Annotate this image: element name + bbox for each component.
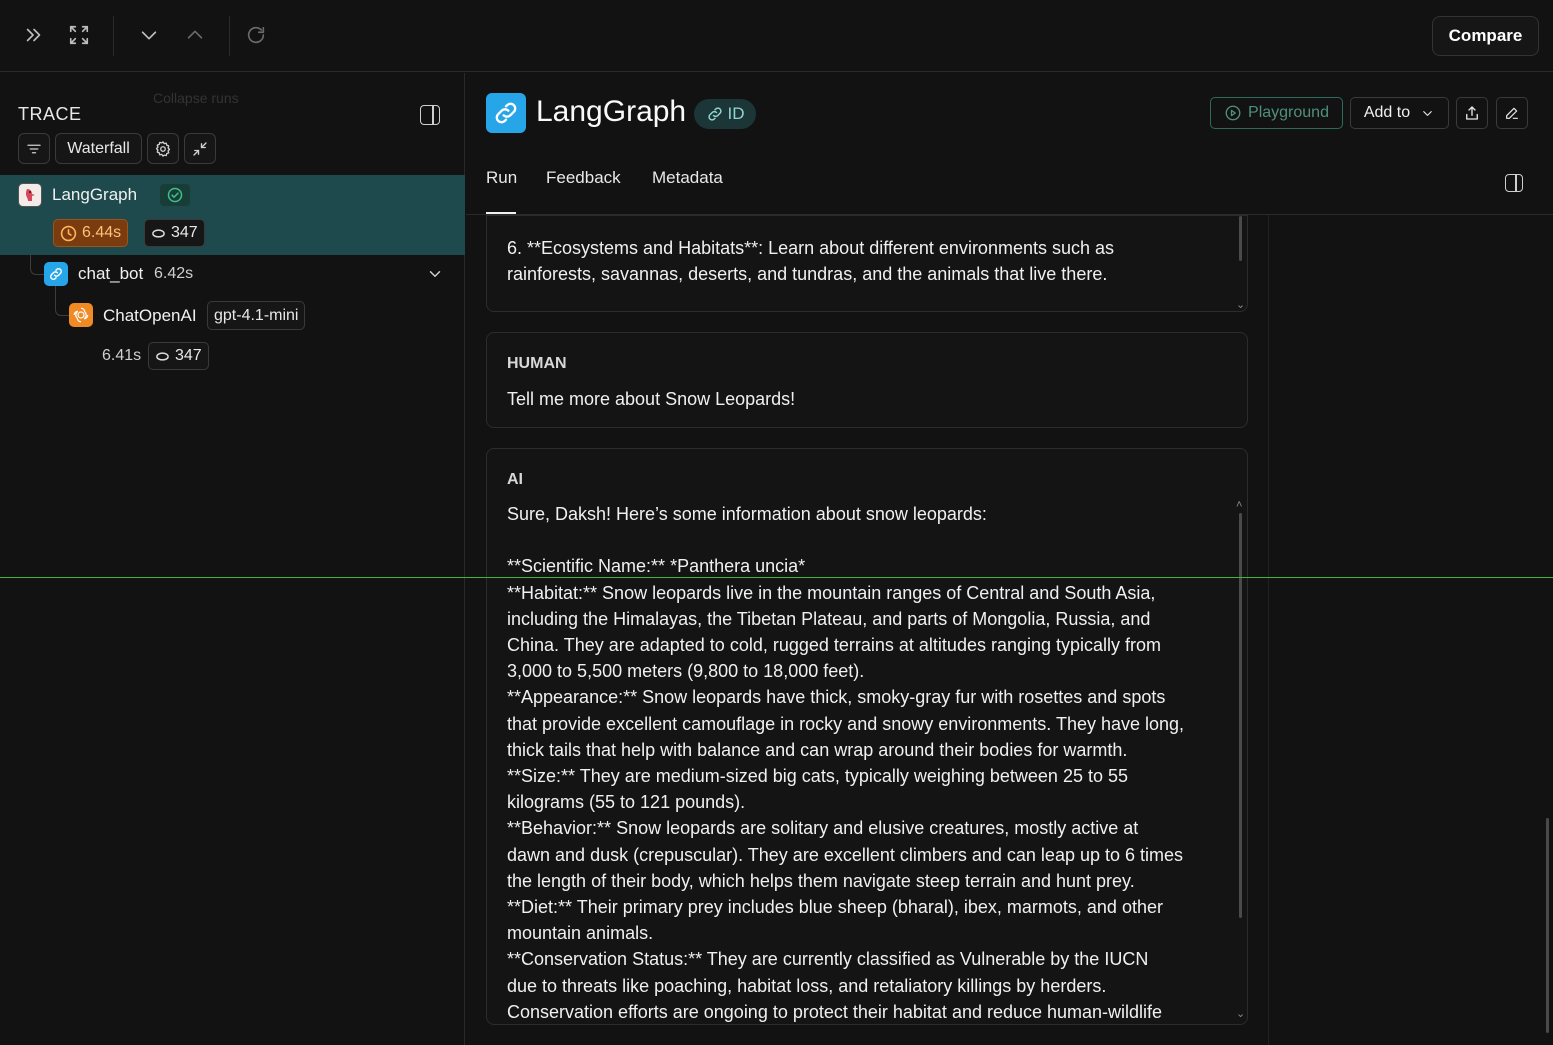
link-icon	[486, 93, 526, 133]
coin-icon	[156, 351, 169, 361]
top-toolbar: Compare	[0, 0, 1553, 72]
scroll-down-icon[interactable]: ⌄	[1236, 298, 1245, 311]
message-text: Tell me more about Snow Leopards!	[507, 389, 796, 409]
toggle-sidebar-icon[interactable]	[420, 105, 440, 125]
settings-button[interactable]	[147, 133, 179, 164]
openai-icon	[69, 303, 93, 327]
run-title: LangGraph	[536, 95, 687, 128]
trace-node-name[interactable]: ChatOpenAI	[103, 306, 197, 326]
trace-panel: TRACE Waterfall LangGraph 6.44s 347 chat…	[0, 73, 465, 1045]
scrollbar-thumb[interactable]	[1239, 216, 1242, 261]
tab-metadata[interactable]: Metadata	[652, 168, 723, 188]
trace-node-duration: 6.41s	[102, 347, 142, 364]
tab-feedback[interactable]: Feedback	[546, 168, 621, 188]
token-count: 347	[171, 224, 198, 241]
id-label: ID	[727, 104, 745, 123]
message-card: AI Sure, Daksh! Here’s some information …	[486, 448, 1248, 1025]
add-to-label: Add to	[1363, 104, 1411, 121]
tree-connector	[30, 255, 44, 275]
parrot-icon	[18, 183, 42, 207]
chevron-up-icon[interactable]	[182, 22, 208, 48]
tab-bar: Run Feedback Metadata	[466, 157, 1553, 215]
upload-icon	[1466, 106, 1478, 120]
collapse-tooltip: Collapse runs	[153, 90, 239, 106]
scroll-up-icon[interactable]: ˄	[1236, 499, 1242, 511]
playground-label: Playground	[1248, 104, 1329, 121]
link-icon	[44, 262, 68, 286]
check-circle-icon	[167, 187, 183, 203]
clock-icon	[60, 225, 77, 241]
chevron-down-icon[interactable]	[426, 265, 444, 288]
refresh-icon[interactable]	[243, 22, 269, 48]
filter-icon	[27, 144, 41, 153]
expand-panel-icon[interactable]	[21, 22, 47, 48]
trace-node-name[interactable]: chat_bot	[78, 264, 143, 284]
fullscreen-icon[interactable]	[66, 22, 92, 48]
model-badge: gpt-4.1-mini	[207, 301, 306, 330]
page-scrollbar-thumb[interactable]	[1546, 818, 1549, 1033]
tab-run[interactable]: Run	[486, 168, 517, 188]
message-role: AI	[507, 471, 523, 488]
toolbar-divider	[113, 16, 114, 56]
tree-connector	[55, 286, 69, 316]
success-badge	[160, 184, 190, 206]
share-button[interactable]	[1456, 97, 1488, 129]
toolbar-divider	[229, 16, 230, 56]
link-icon	[707, 107, 722, 121]
message-text: Sure, Daksh! Here’s some information abo…	[507, 504, 1185, 1022]
message-text: 6. **Ecosystems and Habitats**: Learn ab…	[507, 238, 1115, 285]
duration-value: 6.44s	[82, 224, 122, 241]
chevron-down-icon[interactable]	[136, 22, 162, 48]
compare-button[interactable]: Compare	[1432, 16, 1539, 56]
scroll-down-icon[interactable]: ⌄	[1236, 1007, 1245, 1020]
playground-button[interactable]: Playground	[1210, 97, 1343, 129]
chevron-down-icon	[1423, 110, 1432, 116]
pencil-icon	[1506, 107, 1518, 119]
trace-row-langgraph[interactable]: LangGraph 6.44s 347	[0, 175, 465, 255]
message-card: 6. **Ecosystems and Habitats**: Learn ab…	[486, 215, 1248, 312]
collapse-arrows-icon	[193, 141, 207, 156]
collapse-button[interactable]	[184, 133, 216, 164]
trace-title: TRACE	[18, 104, 82, 124]
message-role: HUMAN	[507, 355, 567, 372]
add-to-button[interactable]: Add to	[1350, 97, 1449, 129]
waterfall-button[interactable]: Waterfall	[55, 133, 142, 164]
gear-icon	[155, 140, 171, 157]
id-button[interactable]: ID	[694, 99, 756, 129]
coin-icon	[152, 228, 165, 238]
token-count: 347	[175, 347, 202, 364]
duration-badge: 6.44s	[53, 219, 129, 247]
toggle-details-icon[interactable]	[1505, 174, 1523, 192]
token-badge: 347	[144, 219, 205, 247]
trace-node-duration: 6.42s	[154, 265, 194, 282]
token-badge: 347	[148, 342, 209, 370]
active-tab-indicator	[486, 212, 516, 214]
scrollbar-thumb[interactable]	[1239, 513, 1242, 918]
trace-node-name: LangGraph	[52, 185, 138, 204]
edit-button[interactable]	[1496, 97, 1528, 129]
play-icon	[1225, 105, 1241, 121]
message-card: HUMAN Tell me more about Snow Leopards!	[486, 332, 1248, 428]
column-divider	[1268, 215, 1269, 1045]
run-detail-panel: LangGraph ID Playground Add to Run Feedb…	[466, 73, 1553, 1045]
guide-line	[0, 577, 1553, 578]
filter-button[interactable]	[18, 133, 50, 164]
